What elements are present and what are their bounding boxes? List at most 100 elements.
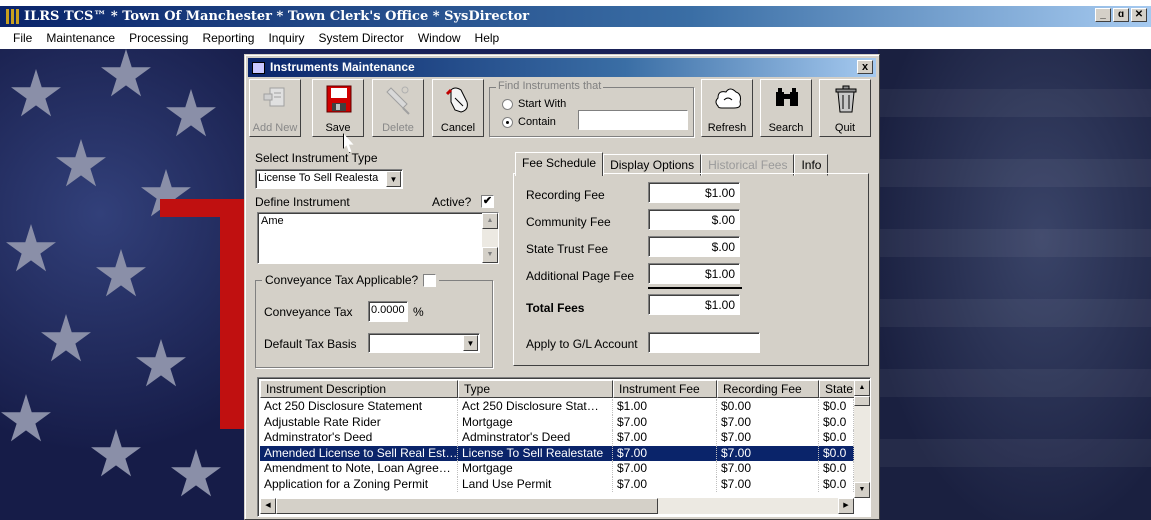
menu-system-director[interactable]: System Director (312, 28, 411, 49)
active-checkbox[interactable]: ✔ (481, 195, 494, 208)
menu-reporting[interactable]: Reporting (195, 28, 261, 49)
star-icon (96, 249, 146, 297)
cell-state: $0.0 (819, 476, 854, 492)
delete-eraser-icon (386, 86, 410, 115)
contain-label: Contain (518, 116, 556, 128)
save-disk-icon (326, 85, 352, 113)
contain-option[interactable]: Contain (502, 116, 556, 128)
cell-state: $0.0 (819, 399, 854, 415)
table-row[interactable]: Adjustable Rate Rider Mortgage $7.00 $7.… (260, 414, 854, 430)
percent-sign: % (413, 305, 424, 319)
chevron-down-icon[interactable]: ▼ (386, 171, 401, 187)
dialog-close-button[interactable]: x (857, 60, 873, 74)
restore-button[interactable]: ɑ (1113, 8, 1129, 22)
additional-page-fee-label: Additional Page Fee (526, 269, 635, 283)
define-instrument-value: Ame (261, 215, 284, 227)
scroll-up-icon[interactable]: ▲ (854, 380, 870, 396)
scroll-right-icon[interactable]: ▶ (838, 498, 854, 514)
table-row[interactable]: Act 250 Disclosure Statement Act 250 Dis… (260, 399, 854, 415)
instrument-type-select[interactable]: License To Sell Realesta ▼ (255, 169, 403, 189)
contain-radio[interactable] (502, 116, 513, 128)
cell-recording-fee: $7.00 (717, 461, 819, 477)
header-type[interactable]: Type (458, 380, 613, 398)
cell-recording-fee: $7.00 (717, 430, 819, 446)
header-instrument-description[interactable]: Instrument Description (260, 380, 458, 398)
save-button[interactable]: Save (312, 79, 364, 137)
state-trust-fee-input[interactable]: $.00 (648, 236, 740, 257)
cell-instrument-fee: $7.00 (613, 445, 717, 461)
table-row[interactable]: Amendment to Note, Loan Agree… Mortgage … (260, 461, 854, 477)
scroll-thumb[interactable] (276, 498, 658, 514)
menu-file[interactable]: File (6, 28, 39, 49)
scroll-down-icon[interactable]: ▼ (482, 247, 498, 263)
menu-maintenance[interactable]: Maintenance (39, 28, 122, 49)
cell-instrument-fee: $7.00 (613, 461, 717, 477)
quit-button[interactable]: Quit (819, 79, 871, 137)
cell-description: Application for a Zoning Permit (260, 476, 458, 492)
close-button[interactable]: ✕ (1131, 8, 1147, 22)
menu-window[interactable]: Window (411, 28, 468, 49)
cell-description: Act 250 Disclosure Statement (260, 399, 458, 415)
start-with-label: Start With (518, 98, 567, 110)
cell-instrument-fee: $7.00 (613, 414, 717, 430)
search-button[interactable]: Search (760, 79, 812, 137)
find-search-input[interactable] (578, 110, 688, 130)
recording-fee-input[interactable]: $1.00 (648, 182, 740, 203)
default-tax-basis-select[interactable]: ▼ (368, 333, 480, 353)
menu-processing[interactable]: Processing (122, 28, 195, 49)
cell-recording-fee: $7.00 (717, 445, 819, 461)
instruments-maintenance-dialog: Instruments Maintenance x Add New Save D… (244, 54, 880, 520)
table-vertical-scrollbar[interactable]: ▲ ▼ (854, 380, 870, 498)
table-horizontal-scrollbar[interactable]: ◀ ▶ (260, 498, 854, 514)
table-row[interactable]: Application for a Zoning Permit Land Use… (260, 476, 854, 492)
window-controls: _ ɑ ✕ (1095, 8, 1147, 22)
minimize-button[interactable]: _ (1095, 8, 1111, 22)
tab-fee-schedule[interactable]: Fee Schedule (515, 152, 604, 176)
gl-account-input[interactable] (648, 332, 760, 353)
star-icon (1, 394, 51, 442)
cell-type: License To Sell Realestate (458, 445, 613, 461)
cell-type: Adminstrator's Deed (458, 430, 613, 446)
textarea-scrollbar[interactable]: ▲ ▼ (482, 213, 498, 263)
conveyance-tax-input[interactable]: 0.0000 (368, 301, 408, 322)
header-instrument-fee[interactable]: Instrument Fee (613, 380, 717, 398)
cell-state: $0.0 (819, 414, 854, 430)
star-icon (171, 449, 221, 497)
header-state[interactable]: State (819, 380, 855, 398)
chevron-down-icon[interactable]: ▼ (463, 335, 478, 351)
header-recording-fee[interactable]: Recording Fee (717, 380, 819, 398)
cell-description: Adjustable Rate Rider (260, 414, 458, 430)
refresh-button[interactable]: Refresh (701, 79, 753, 137)
table-row-selected[interactable]: Amended License to Sell Real Est… Licens… (260, 445, 854, 461)
menu-inquiry[interactable]: Inquiry (261, 28, 311, 49)
start-with-option[interactable]: Start With (502, 98, 566, 110)
scroll-thumb[interactable] (854, 396, 870, 406)
add-new-button[interactable]: Add New (249, 79, 301, 137)
start-with-radio[interactable] (502, 98, 513, 110)
star-icon (56, 139, 106, 187)
cell-description: Adminstrator's Deed (260, 430, 458, 446)
scroll-down-icon[interactable]: ▼ (854, 482, 870, 498)
cell-type: Mortgage (458, 461, 613, 477)
define-instrument-label: Define Instrument (255, 195, 350, 209)
menu-help[interactable]: Help (468, 28, 507, 49)
refresh-cloud-icon (715, 88, 741, 109)
cell-state: $0.0 (819, 430, 854, 446)
delete-button[interactable]: Delete (372, 79, 424, 137)
recording-fee-label: Recording Fee (526, 188, 605, 202)
star-icon (101, 49, 151, 97)
fee-tabs: Fee Schedule Display Options Historical … (515, 152, 829, 176)
conveyance-applicable-checkbox[interactable] (423, 273, 437, 287)
cancel-button[interactable]: Cancel (432, 79, 484, 137)
scroll-up-icon[interactable]: ▲ (482, 213, 498, 229)
find-instruments-group: Find Instruments that Start With Contain (489, 80, 694, 137)
total-divider (648, 287, 742, 289)
table-row[interactable]: Adminstrator's Deed Adminstrator's Deed … (260, 430, 854, 446)
additional-page-fee-input[interactable]: $1.00 (648, 263, 740, 284)
define-instrument-textarea[interactable]: Ame ▲ ▼ (257, 212, 499, 264)
scroll-left-icon[interactable]: ◀ (260, 498, 276, 514)
community-fee-label: Community Fee (526, 215, 611, 229)
community-fee-input[interactable]: $.00 (648, 209, 740, 230)
instrument-type-value: License To Sell Realesta (258, 172, 379, 184)
cell-type: Act 250 Disclosure Stat… (458, 399, 613, 415)
